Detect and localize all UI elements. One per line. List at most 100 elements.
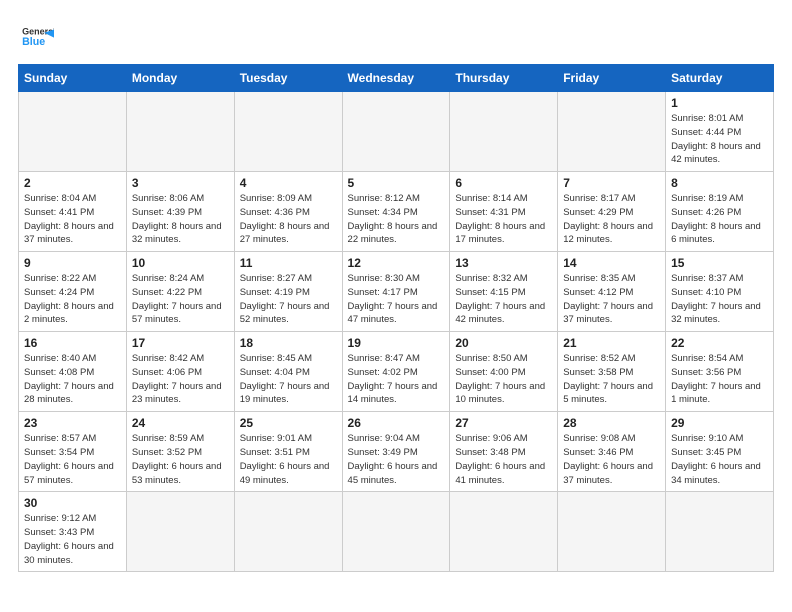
calendar-day-cell: 29Sunrise: 9:10 AM Sunset: 3:45 PM Dayli… <box>666 412 774 492</box>
calendar-day-cell: 24 Sunrise: 8:59 AM Sunset: 3:52 PM Dayli… <box>126 412 234 492</box>
calendar-day-cell: 28 Sunrise: 9:08 AM Sunset: 3:46 PM Dayli… <box>558 412 666 492</box>
day-number: 2 <box>24 176 121 190</box>
day-number: 30 <box>24 496 121 510</box>
day-info: Sunrise: 9:01 AM Sunset: 3:51 PM Dayligh… <box>240 432 337 487</box>
calendar-week-row: 1 Sunrise: 8:01 AM Sunset: 4:44 PM Daylig… <box>19 92 774 172</box>
calendar-day-cell: 22 Sunrise: 8:54 AM Sunset: 3:56 PM Dayli… <box>666 332 774 412</box>
day-number: 13 <box>455 256 552 270</box>
calendar-day-cell: 14 Sunrise: 8:35 AM Sunset: 4:12 PM Dayli… <box>558 252 666 332</box>
calendar-day-cell <box>342 492 450 572</box>
calendar-week-row: 2 Sunrise: 8:04 AM Sunset: 4:41 PM Daylig… <box>19 172 774 252</box>
weekday-header-monday: Monday <box>126 65 234 92</box>
day-info: Sunrise: 9:08 AM Sunset: 3:46 PM Dayligh… <box>563 432 660 487</box>
calendar-day-cell: 10Sunrise: 8:24 AM Sunset: 4:22 PM Dayli… <box>126 252 234 332</box>
calendar-week-row: 16Sunrise: 8:40 AM Sunset: 4:08 PM Dayli… <box>19 332 774 412</box>
calendar-day-cell: 27 Sunrise: 9:06 AM Sunset: 3:48 PM Dayli… <box>450 412 558 492</box>
calendar-day-cell: 8Sunrise: 8:19 AM Sunset: 4:26 PM Daylig… <box>666 172 774 252</box>
day-number: 22 <box>671 336 768 350</box>
calendar-day-cell: 12 Sunrise: 8:30 AM Sunset: 4:17 PM Dayli… <box>342 252 450 332</box>
weekday-header-tuesday: Tuesday <box>234 65 342 92</box>
day-info: Sunrise: 9:04 AM Sunset: 3:49 PM Dayligh… <box>348 432 445 487</box>
day-info: Sunrise: 8:54 AM Sunset: 3:56 PM Dayligh… <box>671 352 768 407</box>
calendar-day-cell: 26 Sunrise: 9:04 AM Sunset: 3:49 PM Dayli… <box>342 412 450 492</box>
calendar-day-cell: 17Sunrise: 8:42 AM Sunset: 4:06 PM Dayli… <box>126 332 234 412</box>
calendar-day-cell: 16Sunrise: 8:40 AM Sunset: 4:08 PM Dayli… <box>19 332 127 412</box>
day-number: 21 <box>563 336 660 350</box>
day-info: Sunrise: 8:30 AM Sunset: 4:17 PM Dayligh… <box>348 272 445 327</box>
calendar-day-cell <box>234 92 342 172</box>
calendar-day-cell: 19 Sunrise: 8:47 AM Sunset: 4:02 PM Dayli… <box>342 332 450 412</box>
day-info: Sunrise: 8:12 AM Sunset: 4:34 PM Dayligh… <box>348 192 445 247</box>
day-number: 5 <box>348 176 445 190</box>
day-info: Sunrise: 8:17 AM Sunset: 4:29 PM Dayligh… <box>563 192 660 247</box>
day-number: 27 <box>455 416 552 430</box>
calendar-day-cell <box>450 92 558 172</box>
day-number: 4 <box>240 176 337 190</box>
calendar-day-cell <box>558 492 666 572</box>
day-info: Sunrise: 8:04 AM Sunset: 4:41 PM Dayligh… <box>24 192 121 247</box>
day-number: 3 <box>132 176 229 190</box>
day-info: Sunrise: 8:06 AM Sunset: 4:39 PM Dayligh… <box>132 192 229 247</box>
calendar-day-cell: 3 Sunrise: 8:06 AM Sunset: 4:39 PM Daylig… <box>126 172 234 252</box>
day-info: Sunrise: 8:09 AM Sunset: 4:36 PM Dayligh… <box>240 192 337 247</box>
day-info: Sunrise: 8:57 AM Sunset: 3:54 PM Dayligh… <box>24 432 121 487</box>
day-number: 9 <box>24 256 121 270</box>
calendar-week-row: 9 Sunrise: 8:22 AM Sunset: 4:24 PM Daylig… <box>19 252 774 332</box>
day-info: Sunrise: 8:19 AM Sunset: 4:26 PM Dayligh… <box>671 192 768 247</box>
day-number: 1 <box>671 96 768 110</box>
calendar-day-cell <box>126 92 234 172</box>
day-number: 14 <box>563 256 660 270</box>
calendar-day-cell: 9 Sunrise: 8:22 AM Sunset: 4:24 PM Daylig… <box>19 252 127 332</box>
day-number: 20 <box>455 336 552 350</box>
day-number: 6 <box>455 176 552 190</box>
weekday-header-row: SundayMondayTuesdayWednesdayThursdayFrid… <box>19 65 774 92</box>
day-info: Sunrise: 8:35 AM Sunset: 4:12 PM Dayligh… <box>563 272 660 327</box>
day-info: Sunrise: 8:45 AM Sunset: 4:04 PM Dayligh… <box>240 352 337 407</box>
calendar-table: SundayMondayTuesdayWednesdayThursdayFrid… <box>18 64 774 572</box>
day-info: Sunrise: 8:27 AM Sunset: 4:19 PM Dayligh… <box>240 272 337 327</box>
day-number: 24 <box>132 416 229 430</box>
day-number: 19 <box>348 336 445 350</box>
calendar-day-cell: 20 Sunrise: 8:50 AM Sunset: 4:00 PM Dayli… <box>450 332 558 412</box>
day-number: 28 <box>563 416 660 430</box>
day-number: 26 <box>348 416 445 430</box>
day-number: 12 <box>348 256 445 270</box>
calendar-day-cell <box>342 92 450 172</box>
calendar-day-cell: 21Sunrise: 8:52 AM Sunset: 3:58 PM Dayli… <box>558 332 666 412</box>
calendar-day-cell: 25 Sunrise: 9:01 AM Sunset: 3:51 PM Dayli… <box>234 412 342 492</box>
day-number: 7 <box>563 176 660 190</box>
weekday-header-saturday: Saturday <box>666 65 774 92</box>
calendar-day-cell: 7 Sunrise: 8:17 AM Sunset: 4:29 PM Daylig… <box>558 172 666 252</box>
day-number: 25 <box>240 416 337 430</box>
calendar-day-cell: 2 Sunrise: 8:04 AM Sunset: 4:41 PM Daylig… <box>19 172 127 252</box>
logo: General Blue <box>18 18 60 54</box>
day-info: Sunrise: 8:24 AM Sunset: 4:22 PM Dayligh… <box>132 272 229 327</box>
calendar-day-cell: 18Sunrise: 8:45 AM Sunset: 4:04 PM Dayli… <box>234 332 342 412</box>
calendar-day-cell <box>126 492 234 572</box>
calendar-day-cell: 13 Sunrise: 8:32 AM Sunset: 4:15 PM Dayli… <box>450 252 558 332</box>
weekday-header-thursday: Thursday <box>450 65 558 92</box>
day-info: Sunrise: 8:22 AM Sunset: 4:24 PM Dayligh… <box>24 272 121 327</box>
calendar-day-cell <box>558 92 666 172</box>
day-info: Sunrise: 8:40 AM Sunset: 4:08 PM Dayligh… <box>24 352 121 407</box>
day-info: Sunrise: 8:47 AM Sunset: 4:02 PM Dayligh… <box>348 352 445 407</box>
calendar-day-cell <box>666 492 774 572</box>
calendar-day-cell: 23Sunrise: 8:57 AM Sunset: 3:54 PM Dayli… <box>19 412 127 492</box>
day-info: Sunrise: 9:06 AM Sunset: 3:48 PM Dayligh… <box>455 432 552 487</box>
calendar-day-cell: 11Sunrise: 8:27 AM Sunset: 4:19 PM Dayli… <box>234 252 342 332</box>
day-info: Sunrise: 8:32 AM Sunset: 4:15 PM Dayligh… <box>455 272 552 327</box>
day-number: 17 <box>132 336 229 350</box>
weekday-header-sunday: Sunday <box>19 65 127 92</box>
weekday-header-wednesday: Wednesday <box>342 65 450 92</box>
weekday-header-friday: Friday <box>558 65 666 92</box>
day-number: 29 <box>671 416 768 430</box>
calendar-day-cell: 5 Sunrise: 8:12 AM Sunset: 4:34 PM Daylig… <box>342 172 450 252</box>
day-info: Sunrise: 8:59 AM Sunset: 3:52 PM Dayligh… <box>132 432 229 487</box>
logo-icon: General Blue <box>18 18 54 54</box>
calendar-day-cell: 15Sunrise: 8:37 AM Sunset: 4:10 PM Dayli… <box>666 252 774 332</box>
day-info: Sunrise: 9:12 AM Sunset: 3:43 PM Dayligh… <box>24 512 121 567</box>
day-info: Sunrise: 8:37 AM Sunset: 4:10 PM Dayligh… <box>671 272 768 327</box>
day-info: Sunrise: 8:01 AM Sunset: 4:44 PM Dayligh… <box>671 112 768 167</box>
calendar-day-cell: 1 Sunrise: 8:01 AM Sunset: 4:44 PM Daylig… <box>666 92 774 172</box>
day-info: Sunrise: 8:50 AM Sunset: 4:00 PM Dayligh… <box>455 352 552 407</box>
